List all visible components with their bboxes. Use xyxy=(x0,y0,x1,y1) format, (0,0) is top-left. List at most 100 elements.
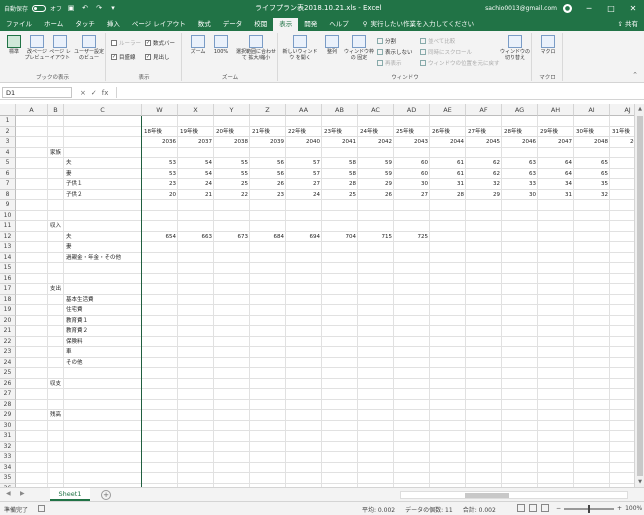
row-header-24[interactable]: 24 xyxy=(0,357,16,368)
zoom-out-icon[interactable]: − xyxy=(556,505,561,512)
cell-child1-age[interactable]: 31 xyxy=(430,179,466,190)
cell-years-after[interactable]: 23年後 xyxy=(322,127,358,138)
cell-husband-age[interactable]: 62 xyxy=(466,158,502,169)
cell-years-after[interactable]: 30年後 xyxy=(574,127,610,138)
label-car[interactable]: 車 xyxy=(64,347,142,358)
row-header-7[interactable]: 7 xyxy=(0,179,16,190)
cell-child2-age[interactable]: 29 xyxy=(466,190,502,201)
split-button[interactable]: 分割 xyxy=(377,37,396,45)
cell-husband-age[interactable]: 66 xyxy=(610,158,634,169)
scroll-down-icon[interactable]: ▼ xyxy=(635,479,644,485)
tab-developer[interactable]: 開発 xyxy=(298,18,323,31)
page-layout-view-button[interactable]: ページ レイアウト xyxy=(47,35,73,61)
cell-child2-age[interactable]: 27 xyxy=(394,190,430,201)
column-header-ah[interactable]: AH xyxy=(538,104,574,116)
cell-child2-age[interactable]: 24 xyxy=(286,190,322,201)
hide-window-button[interactable]: 表示しない xyxy=(377,48,413,56)
cell-years-after[interactable]: 28年後 xyxy=(502,127,538,138)
cell-year[interactable]: 2043 xyxy=(394,137,430,148)
row-header-21[interactable]: 21 xyxy=(0,326,16,337)
cell-year[interactable]: 2038 xyxy=(214,137,250,148)
cell-year[interactable]: 2041 xyxy=(322,137,358,148)
row-header-32[interactable]: 32 xyxy=(0,441,16,452)
column-header-ac[interactable]: AC xyxy=(358,104,394,116)
cell-years-after[interactable]: 26年後 xyxy=(430,127,466,138)
row-header-15[interactable]: 15 xyxy=(0,263,16,274)
cell-husband-income[interactable]: 694 xyxy=(286,232,322,243)
column-header-y[interactable]: Y xyxy=(214,104,250,116)
column-header-ad[interactable]: AD xyxy=(394,104,430,116)
vertical-scrollbar[interactable]: ▲ ▼ xyxy=(634,104,644,487)
cell-husband-income[interactable]: 663 xyxy=(178,232,214,243)
worksheet-grid[interactable]: A B C W X Y Z AA AB AC AD AE AF AG AH AI AJ 1 2 3 4 5 6 7 8 9 10 11… xyxy=(0,104,634,487)
page-break-status-icon[interactable] xyxy=(541,504,549,512)
cell-year[interactable]: 2042 xyxy=(358,137,394,148)
label-family[interactable]: 家族 xyxy=(48,148,64,159)
row-header-22[interactable]: 22 xyxy=(0,336,16,347)
label-insurance[interactable]: 保険料 xyxy=(64,337,142,348)
row-header-35[interactable]: 35 xyxy=(0,473,16,484)
cell-child1-age[interactable]: 28 xyxy=(322,179,358,190)
row-header-10[interactable]: 10 xyxy=(0,210,16,221)
zoom-level[interactable]: 100% xyxy=(625,505,642,512)
cell-year[interactable]: 2045 xyxy=(466,137,502,148)
cell-wife-age[interactable]: 66 xyxy=(610,169,634,180)
cell-husband-income[interactable]: 715 xyxy=(358,232,394,243)
zoom-to-selection-button[interactable]: 選択範囲に合わせて 拡大/縮小 xyxy=(235,35,277,61)
next-sheet-icon[interactable]: ▶ xyxy=(20,490,25,497)
cell-husband-age[interactable]: 60 xyxy=(394,158,430,169)
row-header-17[interactable]: 17 xyxy=(0,284,16,295)
switch-windows-button[interactable]: ウィンドウの 切り替え xyxy=(499,35,531,61)
row-header-3[interactable]: 3 xyxy=(0,137,16,148)
restore-button[interactable]: □ xyxy=(600,4,622,13)
column-header-aj[interactable]: AJ xyxy=(610,104,634,116)
row-header-29[interactable]: 29 xyxy=(0,410,16,421)
cell-child2-age[interactable]: 22 xyxy=(214,190,250,201)
unhide-window-button[interactable]: 再表示 xyxy=(377,59,402,67)
cell-husband-age[interactable]: 56 xyxy=(250,158,286,169)
label-income-wife[interactable]: 妻 xyxy=(64,242,142,253)
row-header-14[interactable]: 14 xyxy=(0,252,16,263)
row-header-30[interactable]: 30 xyxy=(0,420,16,431)
cell-year[interactable]: 2037 xyxy=(178,137,214,148)
cell-child2-age[interactable]: 21 xyxy=(178,190,214,201)
row-header-1[interactable]: 1 xyxy=(0,116,16,127)
row-header-6[interactable]: 6 xyxy=(0,168,16,179)
sheet-tab-sheet1[interactable]: Sheet1 xyxy=(50,488,90,501)
tab-view[interactable]: 表示 xyxy=(273,18,299,31)
minimize-button[interactable]: ─ xyxy=(578,4,600,13)
share-button[interactable]: ⇪ 共有 xyxy=(617,18,638,28)
account-email[interactable]: sachio0013@gmail.com xyxy=(485,5,557,12)
row-header-19[interactable]: 19 xyxy=(0,305,16,316)
cell-husband-age[interactable]: 65 xyxy=(574,158,610,169)
row-header-5[interactable]: 5 xyxy=(0,158,16,169)
zoom-100-button[interactable]: 100% xyxy=(208,35,234,55)
macro-record-icon[interactable] xyxy=(38,505,45,512)
headings-checkbox[interactable]: ✓ 見出し xyxy=(145,53,170,61)
cell-years-after[interactable]: 29年後 xyxy=(538,127,574,138)
select-all-corner[interactable] xyxy=(0,104,16,116)
tab-formulas[interactable]: 数式 xyxy=(192,18,217,31)
ruler-checkbox[interactable]: ルーラー xyxy=(111,39,141,47)
formula-input[interactable] xyxy=(116,87,640,98)
label-allowance[interactable]: 過親金・年金・その他 xyxy=(64,253,142,264)
undo-icon[interactable]: ↶ xyxy=(80,4,90,12)
column-header-af[interactable]: AF xyxy=(466,104,502,116)
tab-review[interactable]: 校閲 xyxy=(248,18,273,31)
cell-child2-age[interactable]: 33 xyxy=(610,190,634,201)
row-header-31[interactable]: 31 xyxy=(0,431,16,442)
cell-husband-age[interactable]: 63 xyxy=(502,158,538,169)
row-header-9[interactable]: 9 xyxy=(0,200,16,211)
cell-child2-age[interactable]: 31 xyxy=(538,190,574,201)
row-header-26[interactable]: 26 xyxy=(0,378,16,389)
cell-year[interactable]: 2047 xyxy=(538,137,574,148)
label-housing[interactable]: 住宅費 xyxy=(64,305,142,316)
column-header-ab[interactable]: AB xyxy=(322,104,358,116)
cell-husband-age[interactable]: 53 xyxy=(142,158,178,169)
cell-year[interactable]: 2049 xyxy=(610,137,634,148)
scroll-up-icon[interactable]: ▲ xyxy=(635,106,644,112)
column-header-c[interactable]: C xyxy=(64,104,142,116)
cell-years-after[interactable]: 18年後 xyxy=(142,127,178,138)
cell-years-after[interactable]: 21年後 xyxy=(250,127,286,138)
cell-wife-age[interactable]: 58 xyxy=(322,169,358,180)
